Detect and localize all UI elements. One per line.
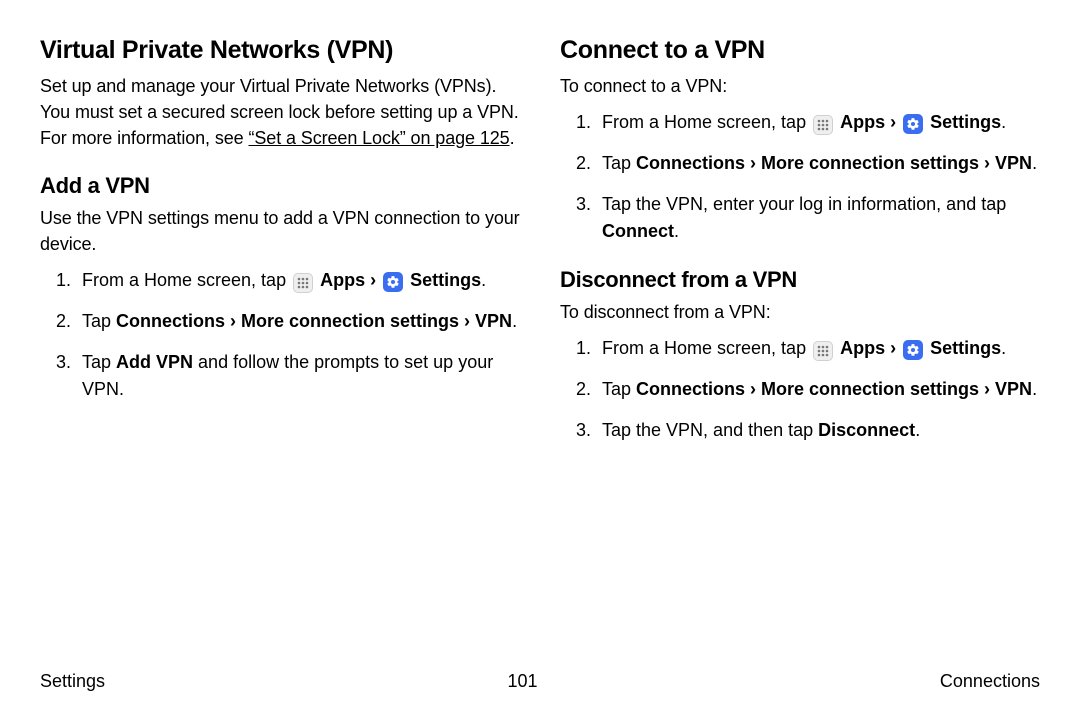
step-text: From a Home screen, tap <box>602 338 811 358</box>
add-vpn-intro: Use the VPN settings menu to add a VPN c… <box>40 205 520 257</box>
nav-path: Connections › More connection settings ›… <box>116 311 512 331</box>
period: . <box>1001 338 1006 358</box>
settings-icon <box>903 114 923 134</box>
add-vpn-steps: From a Home screen, tap Apps › Settings.… <box>40 267 520 403</box>
vpn-intro: Set up and manage your Virtual Private N… <box>40 73 520 151</box>
step-text: Tap <box>602 153 636 173</box>
apps-label: Apps <box>840 112 885 132</box>
period: . <box>915 420 920 440</box>
footer-right: Connections <box>940 671 1040 692</box>
footer-page-number: 101 <box>507 671 537 692</box>
arrow: › <box>365 270 381 290</box>
apps-icon <box>813 115 833 135</box>
step-text: From a Home screen, tap <box>602 112 811 132</box>
connect-vpn-step-2: Tap Connections › More connection settin… <box>596 150 1040 177</box>
connect-bold: Connect <box>602 221 674 241</box>
apps-label: Apps <box>320 270 365 290</box>
disconnect-vpn-step-3: Tap the VPN, and then tap Disconnect. <box>596 417 1040 444</box>
apps-icon <box>293 273 313 293</box>
two-column-layout: Virtual Private Networks (VPN) Set up an… <box>40 36 1040 458</box>
connect-vpn-intro: To connect to a VPN: <box>560 73 1040 99</box>
screen-lock-link[interactable]: “Set a Screen Lock” on page 125 <box>248 128 509 148</box>
step-text: Tap <box>82 311 116 331</box>
disconnect-vpn-step-2: Tap Connections › More connection settin… <box>596 376 1040 403</box>
step-text: Tap <box>82 352 116 372</box>
step-text: Tap the VPN, and then tap <box>602 420 818 440</box>
disconnect-bold: Disconnect <box>818 420 915 440</box>
add-vpn-step-3: Tap Add VPN and follow the prompts to se… <box>76 349 520 403</box>
vpn-heading: Virtual Private Networks (VPN) <box>40 36 520 65</box>
step-text: Tap <box>602 379 636 399</box>
footer-left: Settings <box>40 671 105 692</box>
add-vpn-step-1: From a Home screen, tap Apps › Settings. <box>76 267 520 294</box>
add-vpn-bold: Add VPN <box>116 352 193 372</box>
step-text: From a Home screen, tap <box>82 270 291 290</box>
left-column: Virtual Private Networks (VPN) Set up an… <box>40 36 520 458</box>
settings-icon <box>383 272 403 292</box>
settings-label: Settings <box>930 112 1001 132</box>
settings-icon <box>903 340 923 360</box>
add-vpn-heading: Add a VPN <box>40 173 520 199</box>
step-text: Tap the VPN, enter your log in informati… <box>602 194 1006 214</box>
manual-page: Virtual Private Networks (VPN) Set up an… <box>0 0 1080 720</box>
connect-vpn-step-1: From a Home screen, tap Apps › Settings. <box>596 109 1040 136</box>
period: . <box>481 270 486 290</box>
nav-path: Connections › More connection settings ›… <box>636 379 1032 399</box>
apps-icon <box>813 341 833 361</box>
nav-path: Connections › More connection settings ›… <box>636 153 1032 173</box>
disconnect-vpn-heading: Disconnect from a VPN <box>560 267 1040 293</box>
disconnect-vpn-step-1: From a Home screen, tap Apps › Settings. <box>596 335 1040 362</box>
connect-vpn-step-3: Tap the VPN, enter your log in informati… <box>596 191 1040 245</box>
settings-label: Settings <box>410 270 481 290</box>
disconnect-vpn-steps: From a Home screen, tap Apps › Settings.… <box>560 335 1040 444</box>
connect-vpn-heading: Connect to a VPN <box>560 36 1040 65</box>
period: . <box>1032 379 1037 399</box>
vpn-intro-end: . <box>510 128 515 148</box>
connect-vpn-steps: From a Home screen, tap Apps › Settings.… <box>560 109 1040 245</box>
page-footer: Settings 101 Connections <box>40 671 1040 692</box>
disconnect-vpn-intro: To disconnect from a VPN: <box>560 299 1040 325</box>
arrow: › <box>885 112 901 132</box>
period: . <box>1032 153 1037 173</box>
apps-label: Apps <box>840 338 885 358</box>
period: . <box>512 311 517 331</box>
add-vpn-step-2: Tap Connections › More connection settin… <box>76 308 520 335</box>
arrow: › <box>885 338 901 358</box>
period: . <box>674 221 679 241</box>
settings-label: Settings <box>930 338 1001 358</box>
right-column: Connect to a VPN To connect to a VPN: Fr… <box>560 36 1040 458</box>
period: . <box>1001 112 1006 132</box>
